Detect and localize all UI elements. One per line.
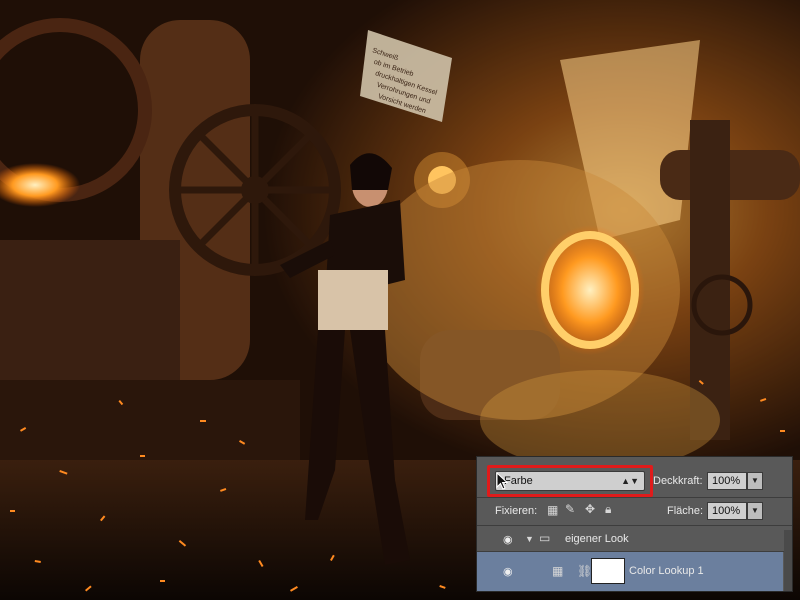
opacity-label: Deckkraft:	[653, 475, 703, 487]
opacity-dropdown-button[interactable]: ▼	[747, 472, 763, 490]
adjustment-layer-grid-icon: ▦	[552, 564, 564, 578]
group-expand-triangle-icon[interactable]: ▼	[525, 532, 534, 546]
visibility-eye-icon[interactable]: ◉	[503, 565, 513, 578]
highlight-box	[487, 465, 653, 497]
lock-label: Fixieren:	[495, 505, 538, 517]
layer-name: eigener Look	[565, 533, 629, 545]
fill-label: Fläche:	[667, 505, 704, 517]
divider	[477, 497, 792, 498]
layers-panel: Farbe ▲▼ Deckkraft: 100% ▼ Fixieren: ▦ ✎…	[476, 456, 793, 592]
layer-mask-thumbnail[interactable]	[591, 558, 625, 584]
fire-ring	[535, 225, 645, 355]
mouse-cursor-icon	[496, 472, 508, 490]
lock-position-move-icon[interactable]: ✥	[585, 502, 595, 516]
chevron-down-icon: ▼	[751, 476, 759, 485]
folder-icon: ▭	[539, 531, 551, 545]
layer-row-group[interactable]: ◉ ▼ ▭ eigener Look	[477, 527, 783, 551]
link-chain-icon[interactable]: ⛓	[577, 564, 592, 578]
chevron-down-icon: ▼	[751, 506, 759, 515]
center-valve-wheel	[169, 104, 341, 276]
fill-dropdown-button[interactable]: ▼	[747, 502, 763, 520]
layer-name: Color Lookup 1	[629, 565, 704, 577]
fill-input[interactable]: 100%	[707, 502, 747, 520]
opacity-input[interactable]: 100%	[707, 472, 747, 490]
divider	[477, 525, 792, 526]
lock-pixels-brush-icon[interactable]: ✎	[565, 502, 575, 516]
lock-transparency-icon[interactable]: ▦	[547, 503, 558, 517]
scrollbar[interactable]	[784, 530, 792, 591]
visibility-eye-icon[interactable]: ◉	[503, 533, 513, 546]
lock-all-icon[interactable]: 🔒︎	[605, 502, 611, 516]
layer-row-color-lookup[interactable]: ◉ ▦ ⛓ Color Lookup 1	[477, 552, 783, 591]
